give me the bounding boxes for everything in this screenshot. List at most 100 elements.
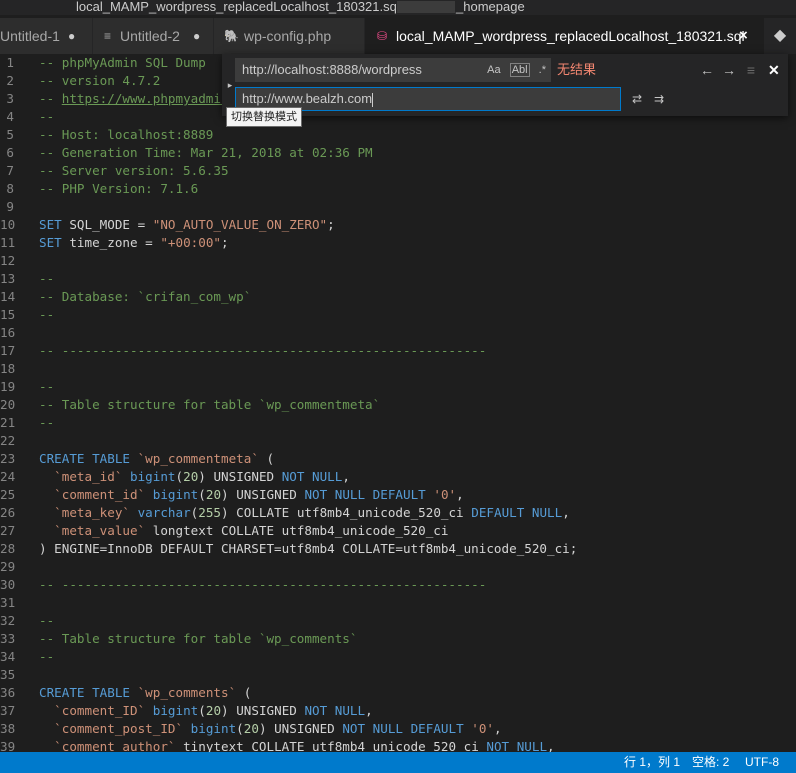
code-line[interactable]: 30 -- -----------------------------------… <box>0 576 796 594</box>
code-token: ( <box>198 703 206 718</box>
code-token: 20 <box>205 703 222 718</box>
code-line[interactable]: 38 `comment_post_ID` bigint(20) UNSIGNED… <box>0 720 796 738</box>
tab-label: Untitled-2 <box>120 28 180 44</box>
code-token: `wp_commentmeta` <box>137 451 259 466</box>
unsaved-dot-icon[interactable]: ● <box>68 18 75 54</box>
code-line[interactable]: 20 -- Table structure for table `wp_comme… <box>0 396 796 414</box>
match-case-icon[interactable]: Aa <box>487 64 500 76</box>
code-line[interactable]: 9 <box>0 198 796 216</box>
code-line[interactable]: 8 -- PHP Version: 7.1.6 <box>0 180 796 198</box>
find-in-selection-icon[interactable]: ≡ <box>740 58 762 82</box>
code-token: ; <box>327 217 335 232</box>
code-line[interactable]: 24 `meta_id` bigint(20) UNSIGNED NOT NUL… <box>0 468 796 486</box>
replace-all-icon[interactable]: ⇉ <box>648 87 670 111</box>
code-line[interactable]: 6 -- Generation Time: Mar 21, 2018 at 02:… <box>0 144 796 162</box>
replace-icon[interactable]: ⇄ <box>626 87 648 111</box>
cursor-position[interactable]: 行 1，列 1 <box>624 752 680 773</box>
code-line[interactable]: 31 <box>0 594 796 612</box>
code-line[interactable]: 37 `comment_ID` bigint(20) UNSIGNED NOT … <box>0 702 796 720</box>
code-line[interactable]: 14 -- Database: `crifan_com_wp` <box>0 288 796 306</box>
line-code: `meta_id` bigint(20) UNSIGNED NOT NULL, <box>39 468 350 486</box>
code-line[interactable]: 7 -- Server version: 5.6.35 <box>0 162 796 180</box>
line-number: 30 <box>0 577 16 592</box>
code-token: , <box>342 469 350 484</box>
line-number: 21 <box>0 415 16 430</box>
find-input[interactable]: http://localhost:8888/wordpress Aa Abl .… <box>235 58 551 82</box>
find-nav: ← → ≡ <box>696 58 762 82</box>
line-number: 35 <box>0 667 16 682</box>
line-code: -- <box>39 612 54 630</box>
indentation[interactable]: 空格: 2 <box>692 752 729 773</box>
redacted-region <box>397 1 455 13</box>
line-code: SET time_zone = "+00:00"; <box>39 234 229 252</box>
encoding[interactable]: UTF-8 <box>745 752 779 773</box>
line-number: 14 <box>0 289 16 304</box>
replace-buttons: ⇄ ⇉ <box>626 87 670 111</box>
line-number: 32 <box>0 613 16 628</box>
line-code: `meta_value` longtext COLLATE utf8mb4_un… <box>39 522 448 540</box>
line-code: -- <box>39 108 54 126</box>
line-code: -- <box>39 306 54 324</box>
match-whole-word-icon[interactable]: Abl <box>509 63 530 77</box>
line-code: `comment_id` bigint(20) UNSIGNED NOT NUL… <box>39 486 464 504</box>
code-line[interactable]: 39 `comment_author` tinytext COLLATE utf… <box>0 738 796 752</box>
code-line[interactable]: 18 <box>0 360 796 378</box>
code-line[interactable]: 36 CREATE TABLE `wp_comments` ( <box>0 684 796 702</box>
code-line[interactable]: 19 -- <box>0 378 796 396</box>
code-token: `meta_key` <box>54 505 130 520</box>
code-token: NOT NULL <box>281 469 343 484</box>
tab-untitled-1[interactable]: Untitled-1 ● <box>0 18 93 54</box>
line-number: 2 <box>6 73 14 88</box>
code-line[interactable]: 34 -- <box>0 648 796 666</box>
code-line[interactable]: 27 `meta_value` longtext COLLATE utf8mb4… <box>0 522 796 540</box>
code-line[interactable]: 12 <box>0 252 796 270</box>
unsaved-dot-icon[interactable]: ● <box>193 18 200 54</box>
code-line[interactable]: 26 `meta_key` varchar(255) COLLATE utf8m… <box>0 504 796 522</box>
code-token: -- <box>39 271 55 286</box>
code-token: -- PHP Version: 7.1.6 <box>39 181 199 196</box>
code-line[interactable]: 10 SET SQL_MODE = "NO_AUTO_VALUE_ON_ZERO"… <box>0 216 796 234</box>
regex-icon[interactable]: .* <box>539 64 546 76</box>
close-icon[interactable]: × <box>739 18 748 54</box>
code-line[interactable]: 32 -- <box>0 612 796 630</box>
line-number: 29 <box>0 559 16 574</box>
code-editor[interactable]: 1 -- phpMyAdmin SQL Dump 2 -- version 4.7.2… <box>0 54 796 752</box>
code-line[interactable]: 11 SET time_zone = "+00:00"; <box>0 234 796 252</box>
code-line[interactable]: 17 -- -----------------------------------… <box>0 342 796 360</box>
close-find-icon[interactable]: ✕ <box>768 58 780 82</box>
code-token: longtext COLLATE utf8mb4_unicode_520_ci <box>145 523 449 538</box>
code-line[interactable]: 16 <box>0 324 796 342</box>
line-code: -- -------------------------------------… <box>39 342 486 360</box>
source-control-icon[interactable]: ◆ <box>764 18 796 54</box>
code-token: `comment_post_ID` <box>54 721 184 736</box>
code-line[interactable]: 28) ENGINE=InnoDB DEFAULT CHARSET=utf8mb… <box>0 540 796 558</box>
code-line[interactable]: 25 `comment_id` bigint(20) UNSIGNED NOT … <box>0 486 796 504</box>
line-number: 9 <box>6 199 14 214</box>
code-line[interactable]: 29 <box>0 558 796 576</box>
line-number: 12 <box>0 253 16 268</box>
code-line[interactable]: 23 CREATE TABLE `wp_commentmeta` ( <box>0 450 796 468</box>
next-match-icon[interactable]: → <box>718 58 740 82</box>
code-token: bigint <box>152 487 199 502</box>
line-number: 15 <box>0 307 16 322</box>
code-line[interactable]: 22 <box>0 432 796 450</box>
line-code: -- Generation Time: Mar 21, 2018 at 02:3… <box>39 144 373 162</box>
code-line[interactable]: 5 -- Host: localhost:8889 <box>0 126 796 144</box>
code-line[interactable]: 13 -- <box>0 270 796 288</box>
line-number: 36 <box>0 685 16 700</box>
code-token: -- <box>39 109 55 124</box>
tab-wp-config[interactable]: 🐘 wp-config.php <box>214 18 365 54</box>
code-token: SET <box>39 235 62 250</box>
code-token: "+00:00" <box>160 235 221 250</box>
tab-untitled-2[interactable]: ≡ Untitled-2 ● <box>93 18 214 54</box>
previous-match-icon[interactable]: ← <box>696 58 718 82</box>
code-line[interactable]: 21 -- <box>0 414 796 432</box>
tab-sql-file[interactable]: ⛁ local_MAMP_wordpress_replacedLocalhost… <box>365 18 765 54</box>
code-line[interactable]: 33 -- Table structure for table `wp_comme… <box>0 630 796 648</box>
code-line[interactable]: 35 <box>0 666 796 684</box>
code-line[interactable]: 15 -- <box>0 306 796 324</box>
code-token: bigint <box>152 703 199 718</box>
